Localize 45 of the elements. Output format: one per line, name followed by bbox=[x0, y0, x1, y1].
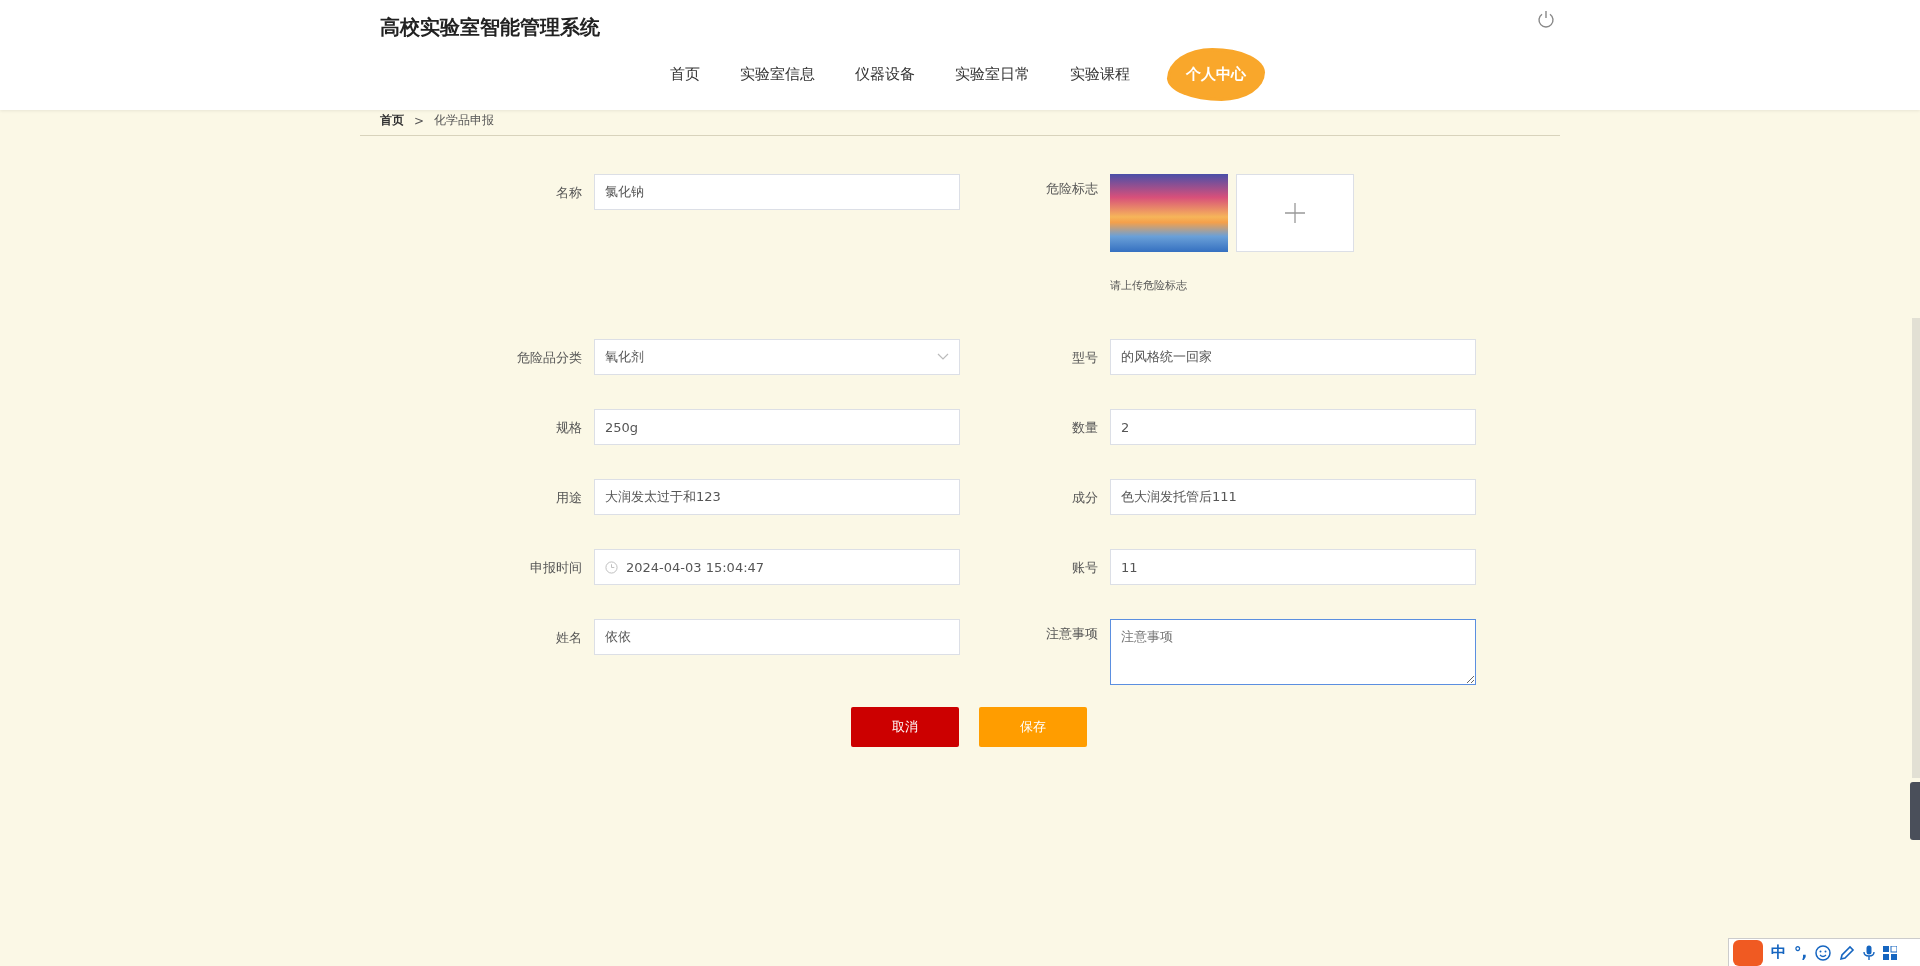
text-field[interactable]: 氯化钠 bbox=[594, 174, 960, 210]
field-label: 危险品分类 bbox=[516, 349, 582, 367]
nav-link[interactable]: 仪器设备 bbox=[855, 57, 915, 92]
nav-link[interactable]: 实验室信息 bbox=[740, 57, 815, 92]
chevron-down-icon bbox=[937, 353, 949, 361]
plus-icon bbox=[1285, 203, 1305, 223]
nav-link[interactable]: 实验课程 bbox=[1070, 57, 1130, 92]
field-label: 危险标志 bbox=[1045, 180, 1098, 198]
pen-icon[interactable] bbox=[1839, 944, 1856, 961]
breadcrumb-link[interactable]: 首页 bbox=[380, 112, 404, 129]
power-icon[interactable] bbox=[1537, 10, 1555, 28]
field-label: 申报时间 bbox=[529, 559, 582, 577]
date-time-field[interactable]: 2024-04-03 15:04:47 bbox=[594, 549, 960, 585]
field-label: 注意事项 bbox=[1045, 625, 1098, 643]
text-field[interactable]: 大润发太过于和123 bbox=[594, 479, 960, 515]
ime-mode[interactable]: 中 bbox=[1771, 943, 1786, 962]
clock-icon bbox=[605, 560, 618, 574]
text-field[interactable]: 2 bbox=[1110, 409, 1476, 445]
text-field[interactable]: 的风格统一回家 bbox=[1110, 339, 1476, 375]
field-label: 数量 bbox=[1071, 419, 1098, 437]
field-label: 账号 bbox=[1071, 559, 1098, 577]
field-label: 成分 bbox=[1071, 489, 1098, 507]
field-label: 姓名 bbox=[555, 629, 582, 647]
select-field[interactable]: 氧化剂 bbox=[594, 339, 960, 375]
field-label: 型号 bbox=[1071, 349, 1098, 367]
nav-link[interactable]: 实验室日常 bbox=[955, 57, 1030, 92]
field-label: 规格 bbox=[555, 419, 582, 437]
text-field[interactable]: 11 bbox=[1110, 549, 1476, 585]
text-field[interactable]: 250g bbox=[594, 409, 960, 445]
notes-field[interactable]: 注意事项 bbox=[1110, 619, 1476, 685]
field-label: 名称 bbox=[555, 184, 582, 202]
upload-hint: 请上传危险标志 bbox=[1110, 278, 1188, 293]
microphone-icon[interactable] bbox=[1863, 944, 1876, 961]
text-field[interactable]: 依依 bbox=[594, 619, 960, 655]
cancel-button[interactable]: 取消 bbox=[851, 707, 959, 747]
grid-icon[interactable] bbox=[1883, 945, 1898, 960]
breadcrumb-separator: > bbox=[414, 113, 425, 128]
breadcrumb-current: 化学品申报 bbox=[434, 112, 495, 129]
text-field[interactable]: 色大润发托管后111 bbox=[1110, 479, 1476, 515]
site-title: 高校实验室智能管理系统 bbox=[380, 14, 600, 41]
field-label: 用途 bbox=[555, 489, 582, 507]
ime-punctuation[interactable]: °, bbox=[1794, 943, 1808, 962]
smiley-icon[interactable] bbox=[1815, 944, 1832, 961]
ime-logo-icon[interactable] bbox=[1733, 939, 1763, 966]
nav-link[interactable]: 首页 bbox=[670, 57, 700, 92]
